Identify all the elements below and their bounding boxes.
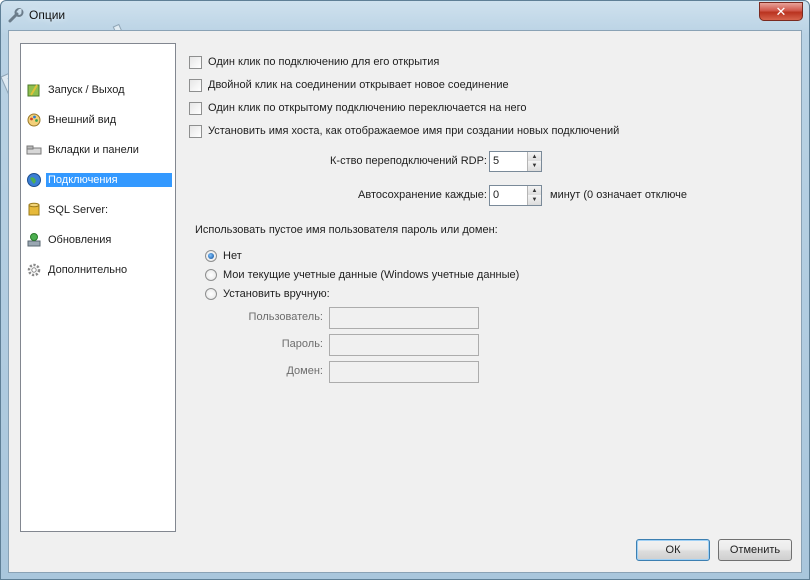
updates-icon	[27, 233, 41, 247]
rdp-reconnect-label: К-ство переподключений RDP:	[330, 155, 487, 167]
checkbox-label: Один клик по открытому подключению перек…	[208, 102, 527, 114]
checkbox-single-click-switch[interactable]: Один клик по открытому подключению перек…	[189, 100, 527, 116]
connections-settings-panel: Один клик по подключению для его открыти…	[189, 43, 799, 533]
password-field[interactable]	[329, 334, 479, 356]
sidebar-item-appearance[interactable]: Внешний вид	[26, 112, 174, 128]
autosave-label: Автосохранение каждые:	[358, 189, 487, 201]
radio-label: Мои текущие учетные данные (Windows учет…	[223, 269, 520, 281]
globe-icon	[27, 173, 41, 187]
radio-button[interactable]	[205, 250, 217, 262]
tabs-panels-icon	[26, 145, 42, 155]
sidebar-item-updates[interactable]: Обновления	[26, 232, 174, 248]
domain-field[interactable]	[329, 361, 479, 383]
sidebar-item-tabs-panels[interactable]: Вкладки и панели	[26, 142, 174, 158]
window-title: Опции	[29, 8, 66, 22]
radio-label: Установить вручную:	[223, 288, 330, 300]
radio-button[interactable]	[205, 269, 217, 281]
autosave-value[interactable]: 0	[493, 189, 499, 201]
radio-windows-credentials[interactable]: Мои текущие учетные данные (Windows учет…	[205, 267, 519, 283]
wrench-icon	[8, 8, 24, 23]
sidebar-item-label: Дополнительно	[48, 264, 128, 276]
database-icon	[28, 202, 40, 216]
checkbox-single-click-open[interactable]: Один клик по подключению для его открыти…	[189, 54, 439, 70]
empty-credentials-label: Использовать пустое имя пользователя пар…	[195, 224, 498, 236]
checkbox-label: Установить имя хоста, как отображаемое и…	[208, 125, 620, 137]
checkbox-label: Один клик по подключению для его открыти…	[208, 56, 440, 68]
radio-manual[interactable]: Установить вручную:	[205, 286, 330, 302]
password-label: Пароль:	[281, 338, 323, 350]
checkbox[interactable]	[189, 101, 202, 115]
rdp-reconnect-spinner[interactable]: 5 ▲ ▼	[489, 151, 542, 172]
checkbox-label: Двойной клик на соединении открывает нов…	[208, 79, 509, 91]
sidebar-item-connections[interactable]: Подключения	[26, 172, 174, 188]
autosave-suffix: минут (0 означает отключе	[550, 189, 688, 201]
gear-icon	[27, 263, 41, 277]
appearance-icon	[27, 113, 41, 127]
user-field[interactable]	[329, 307, 479, 329]
sidebar-item-label: Запуск / Выход	[48, 84, 125, 96]
options-window: Опции ✕ PORTAL www.softportal.com Запуск…	[0, 0, 810, 580]
spin-down-icon[interactable]: ▼	[527, 161, 541, 171]
close-icon: ✕	[775, 4, 787, 19]
checkbox-hostname-as-display[interactable]: Установить имя хоста, как отображаемое и…	[189, 123, 619, 139]
spin-down-icon[interactable]: ▼	[527, 195, 541, 205]
checkbox-double-click-new[interactable]: Двойной клик на соединении открывает нов…	[189, 77, 509, 93]
checkbox[interactable]	[189, 55, 202, 69]
autosave-spinner[interactable]: 0 ▲ ▼	[489, 185, 542, 206]
sidebar-item-label: Внешний вид	[48, 114, 117, 126]
sidebar-item-startup-exit[interactable]: Запуск / Выход	[26, 82, 174, 98]
checkbox[interactable]	[189, 124, 202, 138]
title-bar[interactable]: Опции ✕	[1, 1, 809, 31]
cancel-button[interactable]: Отменить	[718, 539, 792, 561]
ok-button-label: ОК	[665, 544, 681, 556]
cancel-button-label: Отменить	[729, 544, 781, 556]
ok-button[interactable]: ОК	[636, 539, 710, 561]
radio-label: Нет	[223, 250, 242, 262]
radio-button[interactable]	[205, 288, 217, 300]
sidebar-item-label: Вкладки и панели	[48, 144, 139, 156]
radio-none[interactable]: Нет	[205, 248, 242, 264]
sidebar-item-label: SQL Server:	[48, 204, 109, 216]
sidebar-item-label: Подключения	[46, 173, 172, 187]
user-label: Пользователь:	[248, 311, 323, 323]
domain-label: Домен:	[286, 365, 323, 377]
checkbox[interactable]	[189, 78, 202, 92]
sidebar-item-label: Обновления	[48, 234, 112, 246]
sidebar-item-advanced[interactable]: Дополнительно	[26, 262, 174, 278]
dialog-client-area: Запуск / Выход Внешний вид Вкладки и пан…	[8, 30, 802, 573]
rdp-reconnect-value[interactable]: 5	[493, 155, 499, 167]
startup-exit-icon	[27, 84, 40, 97]
options-category-list[interactable]: Запуск / Выход Внешний вид Вкладки и пан…	[20, 43, 176, 532]
close-button[interactable]: ✕	[759, 2, 803, 21]
sidebar-item-sql-server[interactable]: SQL Server:	[26, 202, 174, 218]
